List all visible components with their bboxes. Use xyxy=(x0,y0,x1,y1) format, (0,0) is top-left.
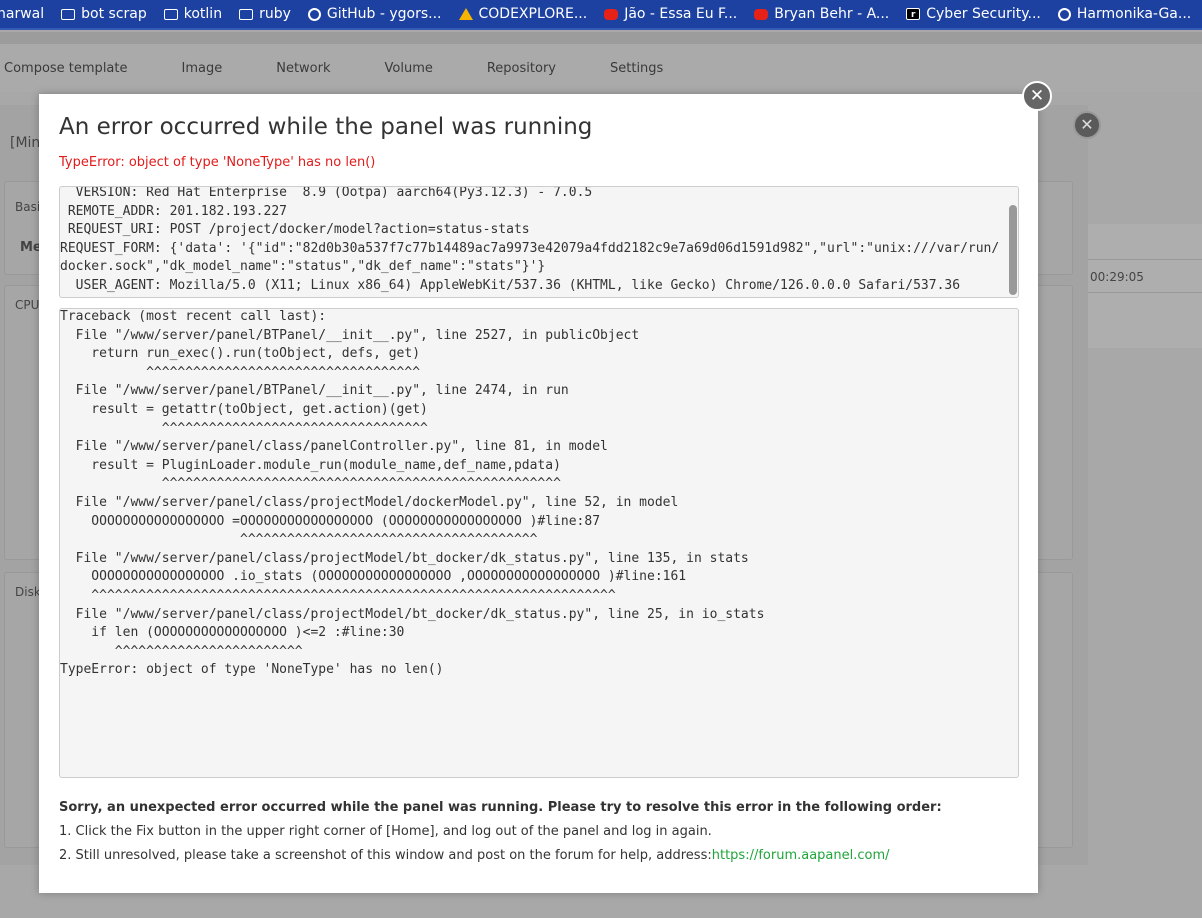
background-close-button[interactable]: ✕ xyxy=(1073,111,1101,139)
bookmark-item[interactable]: GitHub - ygors... xyxy=(307,6,442,22)
tab-network[interactable]: Network xyxy=(276,61,330,76)
youtube-icon xyxy=(604,8,619,20)
error-message: TypeError: object of type 'NoneType' has… xyxy=(59,155,376,170)
basic-label: Basi xyxy=(15,200,41,214)
bookmarks-bar: narwal bot scrap kotlin ruby GitHub - ygors.… xyxy=(0,0,1202,30)
request-info-text: VERSION: Red Hat Enterprise 8.9 (Ootpa) … xyxy=(60,186,1000,293)
drive-icon xyxy=(458,8,473,20)
bookmark-label: Cyber Security... xyxy=(926,6,1041,22)
docker-tabs: Compose template Image Network Volume Re… xyxy=(0,44,1202,92)
tab-repository[interactable]: Repository xyxy=(487,61,556,76)
bookmark-item[interactable]: CODEXPLORE... xyxy=(458,6,588,22)
dialog-title: An error occurred while the panel was ru… xyxy=(59,114,593,140)
bookmark-label: kotlin xyxy=(183,6,223,22)
time-value: 00:29:05 xyxy=(1090,270,1144,284)
bookmark-label: GitHub - ygors... xyxy=(326,6,442,22)
top-strip xyxy=(0,32,1202,44)
help-step-1: 1. Click the Fix button in the upper rig… xyxy=(59,824,712,839)
help-step-2: 2. Still unresolved, please take a scree… xyxy=(59,848,712,863)
bookmark-label: Harmonika-Ga... xyxy=(1076,6,1192,22)
folder-icon xyxy=(61,8,76,20)
cpu-label: CPU xyxy=(15,298,40,312)
traceback-box[interactable]: Traceback (most recent call last): File … xyxy=(59,308,1019,778)
tab-volume[interactable]: Volume xyxy=(385,61,433,76)
tab-image[interactable]: Image xyxy=(182,61,223,76)
bookmark-label: Bryan Behr - A... xyxy=(774,6,890,22)
error-dialog: An error occurred while the panel was ru… xyxy=(39,94,1038,893)
bookmark-label: ruby xyxy=(259,6,291,22)
bookmark-label: narwal xyxy=(0,6,45,22)
help-title: Sorry, an unexpected error occurred whil… xyxy=(59,800,942,815)
forum-link[interactable]: https://forum.aapanel.com/ xyxy=(712,848,890,863)
disk-label: Disk xyxy=(15,585,41,599)
request-info-box[interactable]: VERSION: Red Hat Enterprise 8.9 (Ootpa) … xyxy=(59,186,1019,298)
bookmark-item[interactable]: Harmonika-Ga... xyxy=(1057,6,1192,22)
help-section: Sorry, an unexpected error occurred whil… xyxy=(59,796,942,868)
folder-icon xyxy=(163,8,178,20)
bookmark-item[interactable]: Bryan Behr - A... xyxy=(754,6,889,22)
tab-settings[interactable]: Settings xyxy=(610,61,663,76)
github-icon xyxy=(1057,7,1071,21)
github-icon xyxy=(307,7,321,21)
container-title: [Min xyxy=(10,135,41,151)
bookmark-label: Jão - Essa Eu F... xyxy=(624,6,738,22)
bookmark-label: bot scrap xyxy=(81,6,147,22)
scrollbar[interactable] xyxy=(1009,205,1017,295)
folder-icon xyxy=(239,8,254,20)
bookmark-item[interactable]: Jão - Essa Eu F... xyxy=(604,6,737,22)
right-pane: 00:29:05 xyxy=(1088,224,1202,348)
dialog-close-button[interactable]: ✕ xyxy=(1022,81,1052,111)
traceback-text: Traceback (most recent call last): File … xyxy=(60,309,765,678)
bookmark-label: CODEXPLORE... xyxy=(478,6,588,22)
bookmark-item[interactable]: bot scrap xyxy=(61,6,147,22)
bookmark-item[interactable]: narwal xyxy=(0,6,44,22)
bookmark-item[interactable]: ruby xyxy=(239,6,291,22)
tab-compose-template[interactable]: Compose template xyxy=(4,61,128,76)
bookmark-item[interactable]: kotlin xyxy=(163,6,223,22)
bookmark-item[interactable]: r Cyber Security... xyxy=(906,6,1041,22)
youtube-icon xyxy=(754,8,769,20)
site-icon: r xyxy=(906,8,921,20)
